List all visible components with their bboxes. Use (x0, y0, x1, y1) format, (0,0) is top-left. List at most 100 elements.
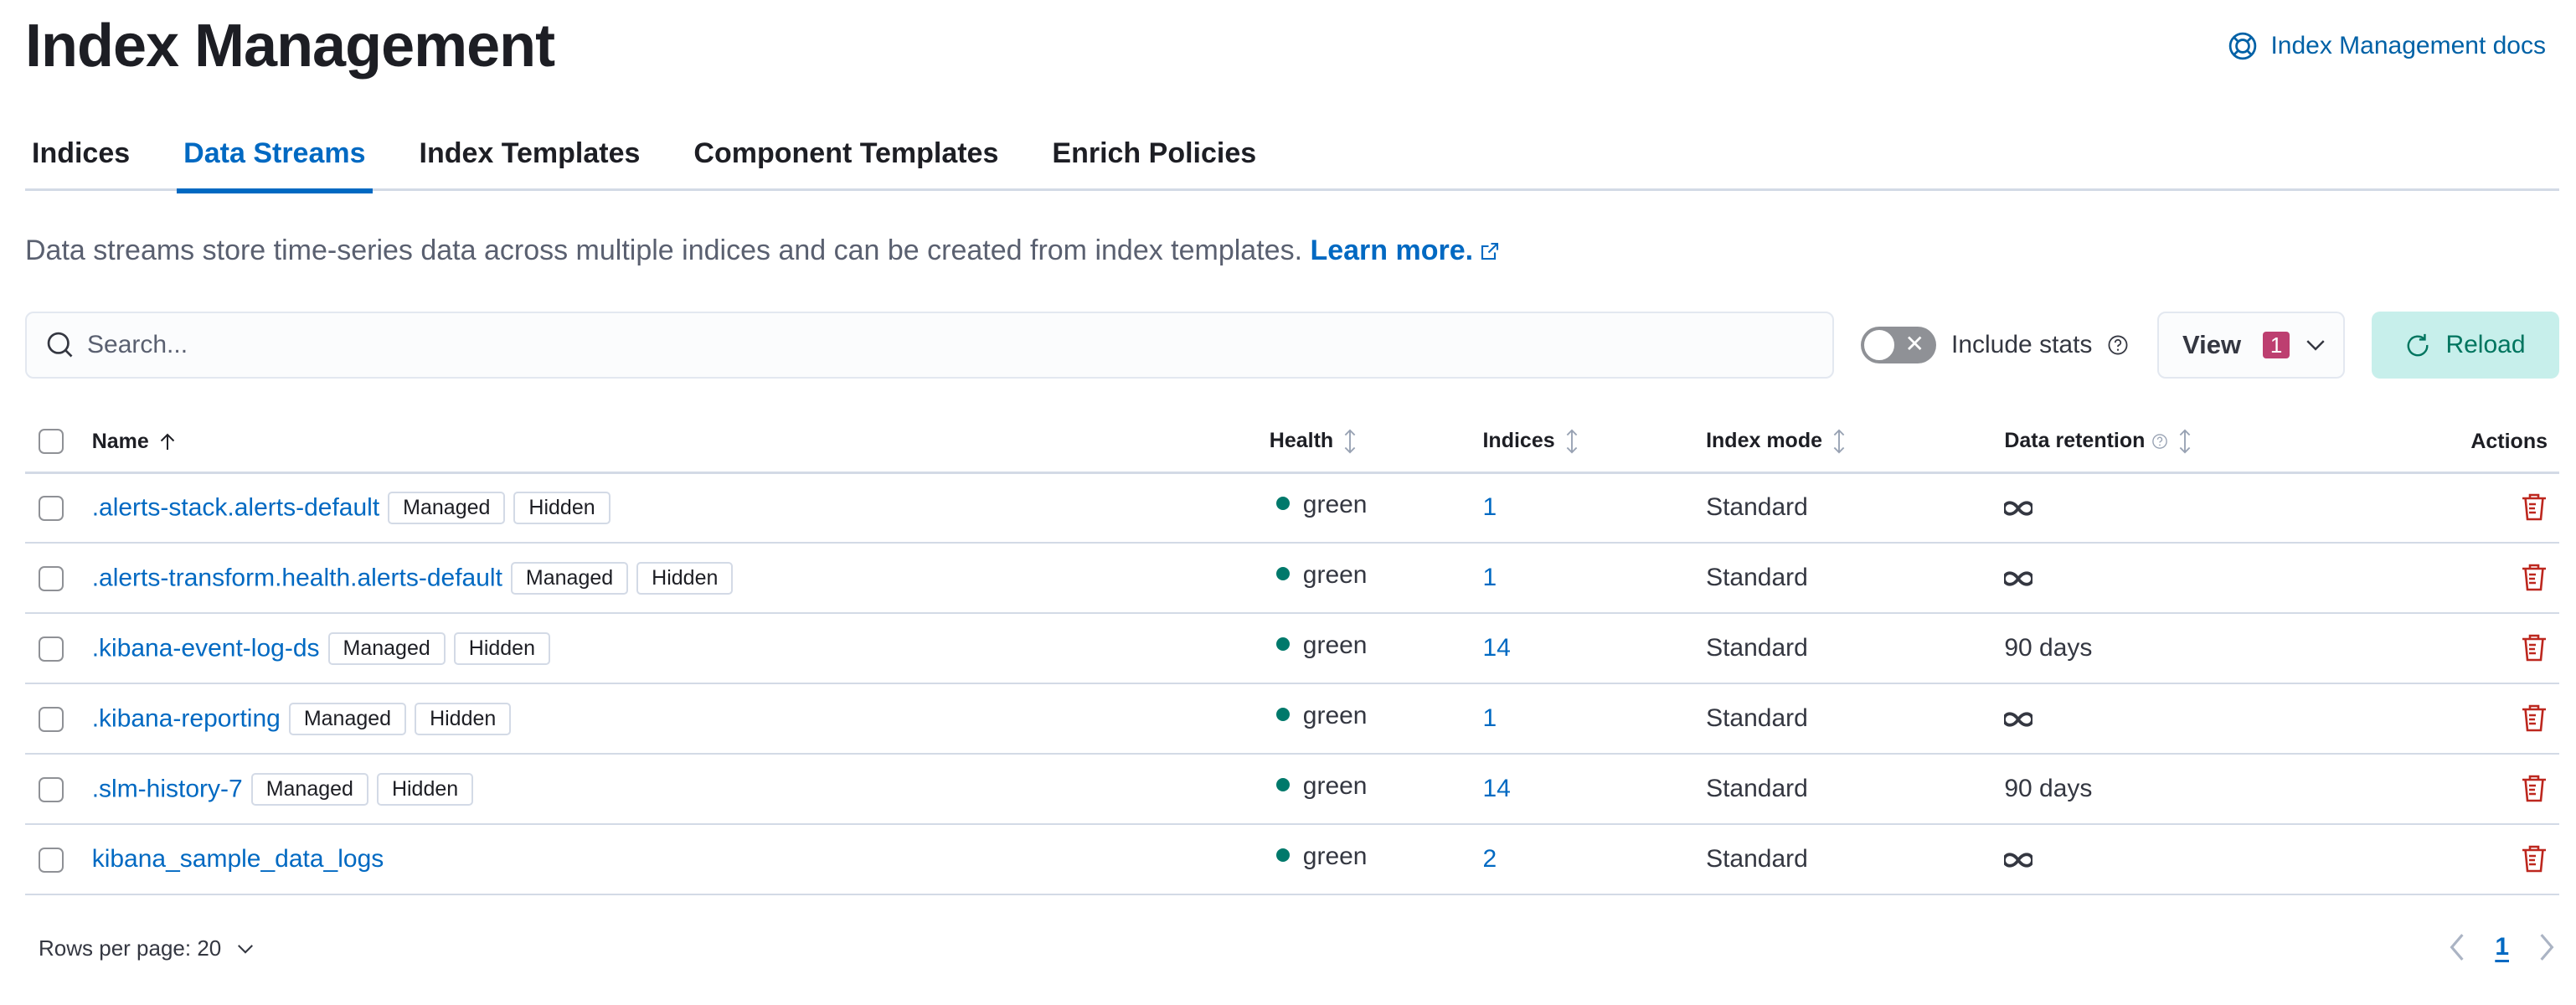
view-button[interactable]: View 1 (2157, 312, 2345, 379)
badge-managed: Managed (288, 702, 407, 735)
indices-count-link[interactable]: 1 (1482, 564, 1497, 591)
retention-cell (2002, 543, 2471, 614)
tab-indices[interactable]: Indices (25, 126, 137, 191)
indices-count-link[interactable]: 2 (1482, 845, 1497, 873)
indices-cell: 14 (1482, 613, 1707, 684)
tab-enrich-policies[interactable]: Enrich Policies (1045, 126, 1263, 191)
name-cell: .slm-history-7 Managed Hidden (91, 754, 1270, 825)
table-row: .kibana-reporting Managed Hidden green 1 S… (25, 683, 2559, 755)
column-indices-label: Indices (1482, 429, 1555, 453)
page-description: Data streams store time-series data acro… (25, 234, 1500, 267)
trash-icon[interactable] (2521, 633, 2548, 663)
column-header-actions: Actions (2470, 412, 2559, 474)
name-cell: .kibana-reporting Managed Hidden (91, 683, 1270, 755)
rows-per-page-label: Rows per page: 20 (39, 935, 222, 961)
name-cell: kibana_sample_data_logs (91, 824, 1270, 895)
trash-icon[interactable] (2521, 704, 2548, 734)
data-stream-name-link[interactable]: .kibana-event-log-ds (92, 634, 320, 662)
include-stats-toggle[interactable]: ✕ (1861, 327, 1936, 363)
health-cell: green (1269, 824, 1483, 895)
indices-count-link[interactable]: 14 (1482, 634, 1510, 662)
tab-data-streams[interactable]: Data Streams (177, 126, 373, 193)
row-checkbox[interactable] (39, 848, 64, 874)
view-label: View (2182, 330, 2242, 359)
retention-cell: 90 days (2004, 613, 2471, 684)
docs-link[interactable]: Index Management docs (2228, 32, 2546, 60)
actions-cell (2470, 543, 2559, 614)
tab-component-templates[interactable]: Component Templates (687, 126, 1005, 191)
data-stream-name-link[interactable]: .alerts-stack.alerts-default (92, 493, 379, 521)
previous-page-icon[interactable] (2448, 933, 2466, 961)
retention-cell (2002, 824, 2471, 895)
select-all-checkbox[interactable] (39, 429, 64, 455)
health-status-dot (1275, 566, 1290, 580)
row-checkbox[interactable] (39, 636, 64, 662)
infinity-icon (2002, 501, 2035, 516)
rows-per-page-button[interactable]: Rows per page: 20 (39, 935, 255, 961)
actions-cell (2470, 683, 2559, 755)
trash-icon[interactable] (2521, 774, 2548, 804)
column-header-indices[interactable]: Indices (1482, 412, 1707, 474)
indices-count-link[interactable]: 1 (1482, 704, 1497, 732)
badge-group: Managed Hidden (502, 561, 734, 595)
data-stream-name-link[interactable]: .alerts-transform.health.alerts-default (92, 564, 502, 591)
next-page-icon[interactable] (2537, 933, 2556, 961)
row-checkbox[interactable] (39, 496, 64, 522)
table-body: .alerts-stack.alerts-default Managed Hidde… (25, 472, 2559, 895)
table-row: .slm-history-7 Managed Hidden green 14 Sta… (25, 754, 2559, 825)
index-mode-cell: Standard (1706, 613, 2005, 684)
health-cell: green (1269, 683, 1483, 755)
index-mode-cell: Standard (1706, 472, 2005, 544)
index-mode-cell: Standard (1706, 543, 2005, 614)
health-cell: green (1269, 613, 1483, 684)
retention-cell (2002, 472, 2471, 544)
search-input[interactable] (87, 331, 1762, 359)
learn-more-link[interactable]: Learn more. (1310, 234, 1500, 266)
data-stream-name-link[interactable]: .kibana-reporting (92, 704, 281, 732)
page-title: Index Management (25, 13, 555, 80)
health-status-dot (1275, 777, 1290, 791)
badge-managed: Managed (388, 491, 506, 524)
badge-managed: Managed (327, 631, 446, 665)
row-checkbox[interactable] (39, 777, 64, 803)
column-header-name[interactable]: Name (91, 412, 1270, 474)
search-field[interactable] (25, 312, 1834, 379)
badge-hidden: Hidden (453, 631, 550, 665)
data-stream-name-link[interactable]: .slm-history-7 (92, 775, 243, 802)
table-row: .alerts-transform.health.alerts-default M… (25, 543, 2559, 614)
health-status-dot (1275, 848, 1290, 862)
row-checkbox[interactable] (39, 566, 64, 592)
column-data-retention-label: Data retention (2004, 429, 2146, 453)
trash-icon[interactable] (2521, 844, 2548, 874)
indices-count-link[interactable]: 14 (1482, 775, 1510, 802)
chevron-down-icon (238, 944, 254, 954)
table-row: .kibana-event-log-ds Managed Hidden green … (25, 613, 2559, 684)
badge-managed: Managed (250, 772, 368, 806)
badge-hidden: Hidden (376, 772, 474, 806)
health-text: green (1302, 701, 1368, 729)
indices-cell: 1 (1482, 683, 1707, 755)
index-mode-cell: Standard (1706, 683, 2005, 755)
question-circle-icon[interactable] (2107, 334, 2129, 356)
actions-cell (2470, 472, 2559, 544)
sortable-icon (1833, 429, 1845, 454)
infinity-icon (2002, 853, 2035, 868)
actions-cell (2470, 824, 2559, 895)
chevron-down-icon (2306, 340, 2325, 351)
column-header-data-retention[interactable]: Data retention (2004, 412, 2471, 474)
column-header-health[interactable]: Health (1269, 412, 1483, 474)
column-header-index-mode[interactable]: Index mode (1706, 412, 2005, 474)
name-cell: .alerts-transform.health.alerts-default M… (91, 543, 1270, 614)
badge-hidden: Hidden (415, 702, 512, 735)
badge-managed: Managed (510, 561, 629, 595)
docs-link-label: Index Management docs (2270, 32, 2546, 59)
row-checkbox[interactable] (39, 707, 64, 733)
question-circle-icon[interactable] (2151, 433, 2168, 450)
page-number-button[interactable]: 1 (2495, 933, 2509, 961)
trash-icon[interactable] (2521, 492, 2548, 523)
indices-count-link[interactable]: 1 (1482, 493, 1497, 521)
reload-button[interactable]: Reload (2372, 312, 2559, 379)
data-stream-name-link[interactable]: kibana_sample_data_logs (92, 846, 384, 874)
trash-icon[interactable] (2521, 563, 2548, 593)
tab-index-templates[interactable]: Index Templates (413, 126, 647, 191)
